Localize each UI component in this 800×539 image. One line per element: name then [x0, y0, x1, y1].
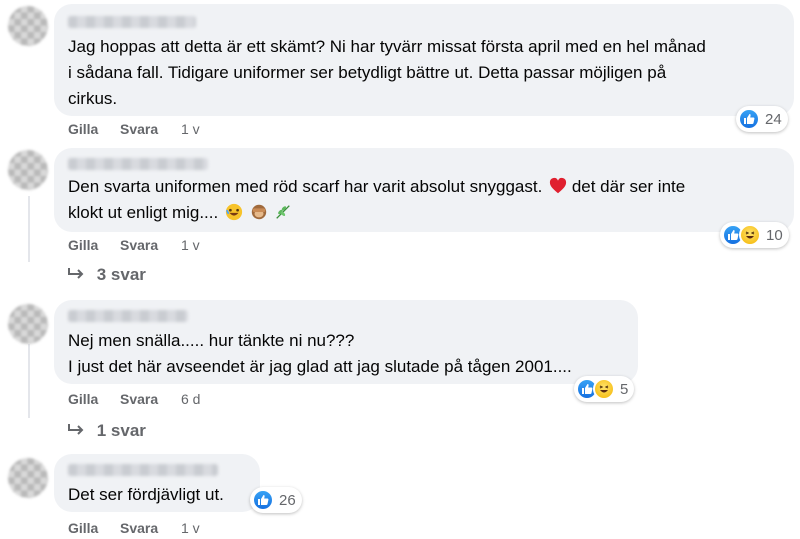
comment-line: Nej men snälla..... hur tänkte ni nu??? — [68, 331, 355, 350]
timestamp[interactable]: 6 d — [181, 391, 200, 407]
avatar[interactable] — [8, 304, 48, 344]
reaction-summary[interactable]: 26 — [250, 487, 302, 513]
reaction-count: 26 — [279, 491, 296, 509]
comment-line: cirkus. — [68, 89, 118, 108]
reply-button[interactable]: Svara — [120, 237, 158, 253]
comment-text: Jag hoppas att detta är ett skämt? Ni ha… — [68, 34, 706, 112]
reply-button[interactable]: Svara — [120, 391, 158, 407]
like-button[interactable]: Gilla — [68, 237, 98, 253]
reply-arrow-icon — [68, 268, 84, 279]
like-button[interactable]: Gilla — [68, 520, 98, 536]
comment-line-part: klokt ut enligt mig.... — [68, 203, 219, 222]
comment-line-part: det där ser inte — [571, 177, 686, 196]
comment-bubble: Det ser fördjävligt ut. — [54, 454, 260, 512]
comment-line: I just det här avseendet är jag glad att… — [68, 357, 572, 376]
avatar[interactable] — [8, 150, 48, 190]
comment-text: Det ser fördjävligt ut. — [68, 482, 224, 508]
comment-line-part: Den svarta uniformen med röd scarf har v… — [68, 177, 543, 196]
comment-line: i sådana fall. Tidigare uniformer ser be… — [68, 63, 667, 82]
comment-line: klokt ut enligt mig.... — [68, 200, 685, 226]
see-no-evil-monkey-icon — [251, 204, 266, 220]
comment-line: Det ser fördjävligt ut. — [68, 485, 224, 504]
reaction-count: 24 — [765, 110, 782, 128]
like-button[interactable]: Gilla — [68, 391, 98, 407]
thread-line — [28, 344, 30, 418]
comment-bubble: Den svarta uniformen med röd scarf har v… — [54, 148, 794, 232]
timestamp[interactable]: 1 v — [181, 520, 200, 536]
replies-count: 1 svar — [96, 421, 146, 440]
timestamp[interactable]: 1 v — [181, 121, 200, 137]
like-icon — [252, 489, 274, 511]
haha-icon — [593, 378, 615, 400]
avatar[interactable] — [8, 458, 48, 498]
comment-line: Jag hoppas att detta är ett skämt? Ni ha… — [68, 37, 706, 56]
reaction-summary[interactable]: 24 — [736, 106, 788, 132]
reaction-summary[interactable]: 10 — [720, 222, 789, 248]
timestamp[interactable]: 1 v — [181, 237, 200, 253]
rofl-emoji-icon — [225, 203, 243, 221]
like-button[interactable]: Gilla — [68, 121, 98, 137]
author-name[interactable] — [68, 464, 218, 476]
comment-line: Den svarta uniformen med röd scarf har v… — [68, 174, 685, 200]
like-icon — [738, 108, 760, 130]
thread-line — [28, 196, 30, 262]
comment-bubble: Jag hoppas att detta är ett skämt? Ni ha… — [54, 4, 794, 116]
view-replies-link[interactable]: 3 svar — [66, 265, 146, 285]
comment-text: Nej men snälla..... hur tänkte ni nu??? … — [68, 328, 572, 380]
view-replies-link[interactable]: 1 svar — [66, 421, 146, 441]
reaction-count: 10 — [766, 226, 783, 244]
reaction-summary[interactable]: 5 — [574, 376, 635, 402]
reaction-count: 5 — [620, 380, 629, 398]
author-name[interactable] — [68, 310, 188, 322]
replies-count: 3 svar — [96, 265, 146, 284]
haha-icon — [739, 224, 761, 246]
comment-text: Den svarta uniformen med röd scarf har v… — [68, 174, 685, 226]
author-name[interactable] — [68, 158, 208, 170]
reply-button[interactable]: Svara — [120, 520, 158, 536]
reply-button[interactable]: Svara — [120, 121, 158, 137]
red-heart-icon — [549, 177, 567, 194]
comment-bubble: Nej men snälla..... hur tänkte ni nu??? … — [54, 300, 638, 384]
avatar[interactable] — [8, 6, 48, 46]
herb-icon — [276, 205, 291, 219]
reply-arrow-icon — [68, 424, 84, 435]
author-name[interactable] — [68, 16, 196, 28]
